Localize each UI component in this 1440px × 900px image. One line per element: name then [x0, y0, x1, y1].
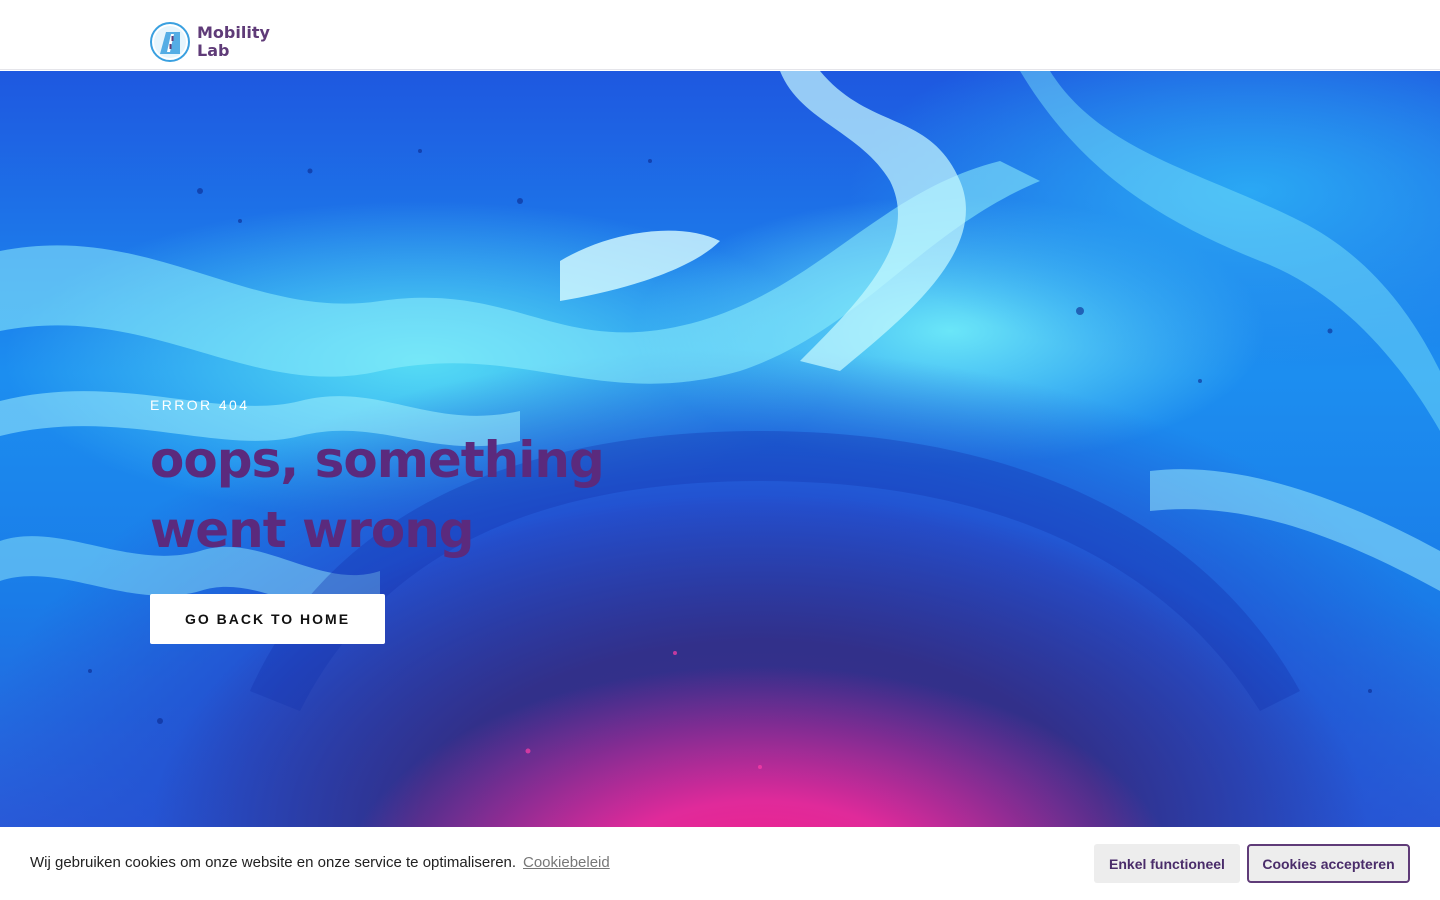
error-code-label: ERROR 404 — [150, 397, 250, 413]
cookie-policy-link[interactable]: Cookiebeleid — [523, 854, 610, 871]
error-hero: ERROR 404 oops, something went wrong GO … — [0, 71, 1440, 827]
go-back-home-button[interactable]: GO BACK TO HOME — [150, 594, 385, 644]
error-headline: oops, something went wrong — [150, 425, 670, 565]
functional-only-button[interactable]: Enkel functioneel — [1094, 844, 1240, 883]
site-header: Mobility Lab — [0, 0, 1440, 70]
logo-line-1: Mobility — [197, 23, 270, 42]
logo-line-2: Lab — [197, 41, 230, 60]
cookie-consent-bar: Wij gebruiken cookies om onze website en… — [0, 827, 1440, 900]
headline-line-1: oops, something — [150, 431, 605, 489]
logo-wordmark: Mobility Lab — [197, 24, 270, 60]
accept-cookies-button[interactable]: Cookies accepteren — [1247, 844, 1410, 883]
mobility-lab-logo[interactable]: Mobility Lab — [150, 22, 270, 62]
headline-line-2: went wrong — [150, 501, 475, 559]
cookie-message: Wij gebruiken cookies om onze website en… — [30, 854, 517, 871]
lab-flask-logo-icon — [150, 22, 190, 62]
